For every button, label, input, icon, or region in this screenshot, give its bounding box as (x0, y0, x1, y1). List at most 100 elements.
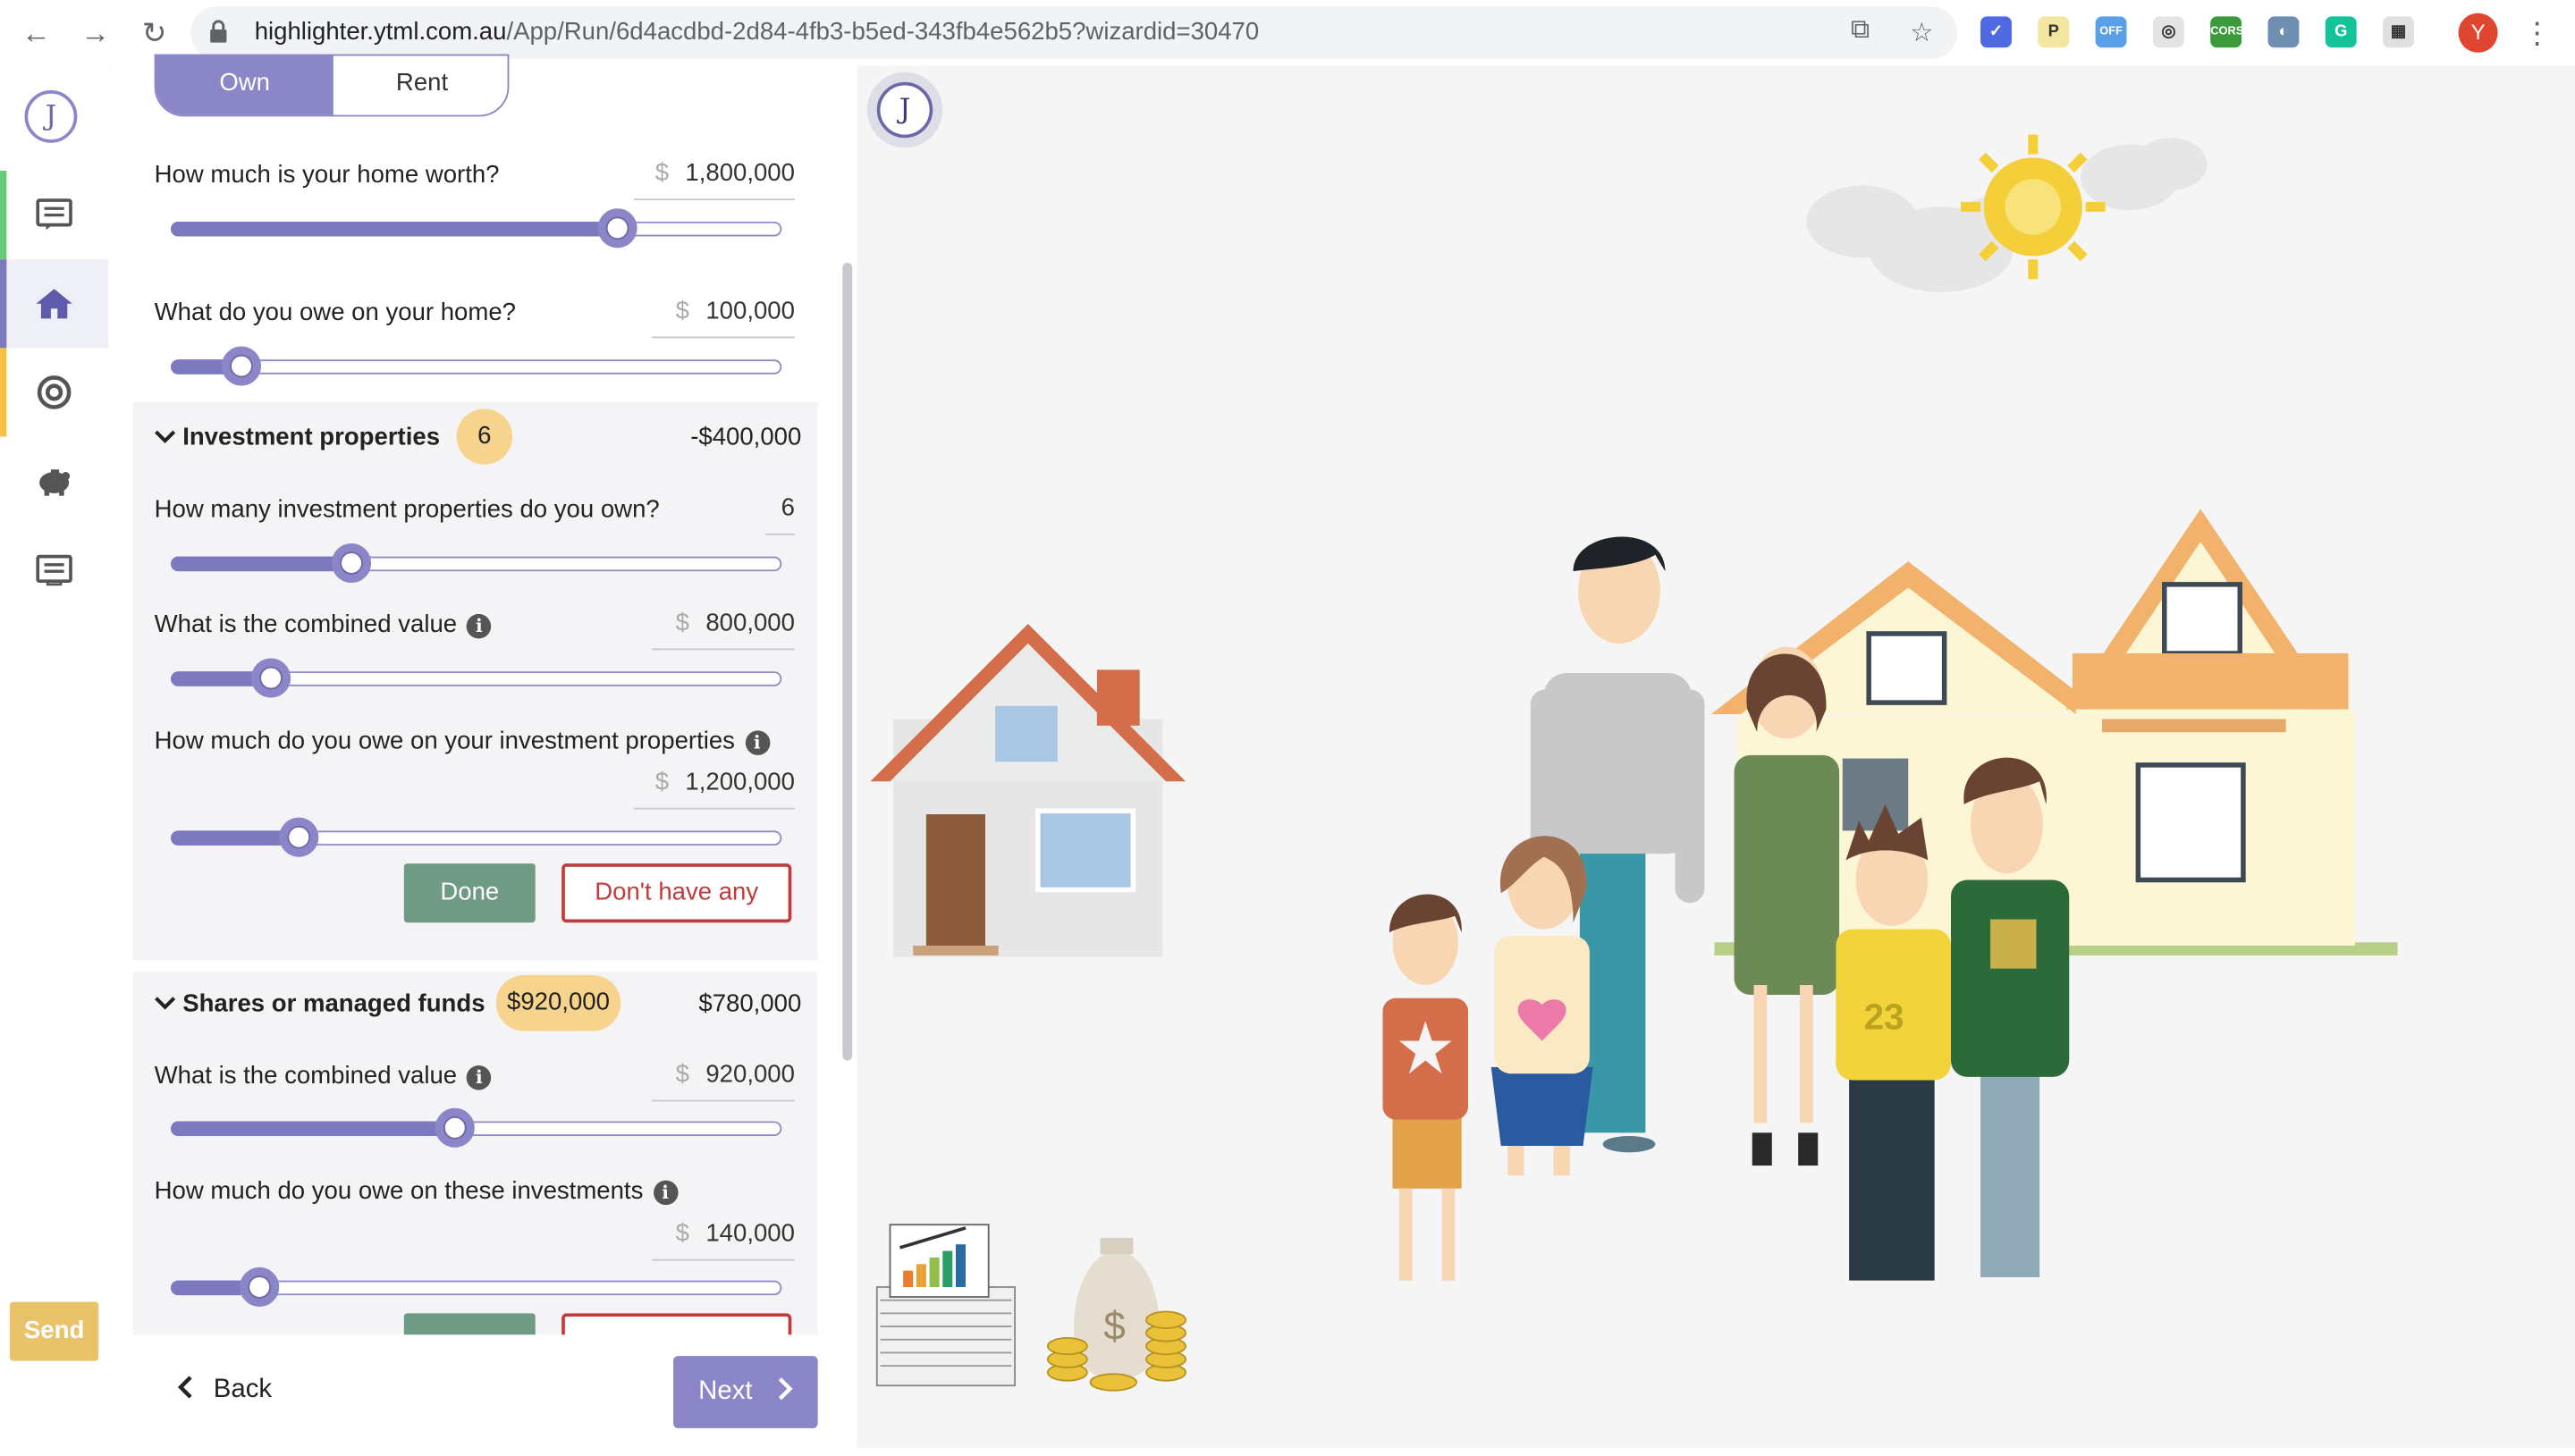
chevron-right-icon (778, 1377, 792, 1401)
shirt-number: 23 (1864, 997, 1904, 1038)
currency-symbol: $ (675, 297, 689, 325)
reload-icon[interactable]: ↻ (135, 13, 174, 53)
scene-logo: J (866, 72, 943, 148)
newspaper-chart-icon (875, 1224, 1016, 1387)
rail-item-home[interactable] (0, 259, 109, 349)
app-logo[interactable]: J (24, 90, 78, 143)
slider-handle[interactable] (240, 1267, 280, 1308)
rail-item-notes[interactable] (0, 526, 108, 614)
rail-item-goals[interactable] (0, 348, 108, 437)
chevron-left-icon (177, 1376, 192, 1399)
rail-item-savings[interactable] (0, 437, 108, 526)
currency-symbol: $ (654, 159, 670, 188)
investment-value-label: What is the combined value i (155, 610, 492, 638)
panel-scrollbar[interactable] (842, 262, 853, 1061)
grid-extension-icon[interactable]: ▦ (2383, 16, 2414, 48)
next-button[interactable]: Next (673, 1356, 818, 1428)
grammarly-icon[interactable]: G (2325, 16, 2357, 48)
own-option[interactable]: Own (156, 55, 333, 115)
slider-handle[interactable] (251, 658, 291, 698)
currency-symbol: $ (654, 768, 670, 796)
forward-arrow-icon[interactable]: → (75, 13, 114, 53)
investment-total: -$400,000 (690, 423, 802, 452)
slider-handle[interactable] (279, 817, 319, 857)
slider-fill (171, 221, 618, 237)
investment-owe-value: 1,200,000 (685, 768, 795, 796)
translate-icon[interactable]: ⧉ (1851, 16, 1870, 46)
bookmark-star-icon[interactable]: ☆ (1910, 16, 1933, 49)
shares-title: Shares or managed funds (182, 989, 485, 1018)
chat-icon (36, 198, 72, 231)
url-host: highlighter.ytml.com.au (254, 18, 507, 46)
shares-value-value: 920,000 (705, 1060, 795, 1089)
investment-none-button[interactable]: Don't have any (561, 863, 792, 923)
home-owe-input[interactable]: $100,000 (652, 297, 795, 339)
home-owe-slider[interactable] (171, 346, 782, 387)
investment-count-input[interactable]: 6 (764, 494, 795, 535)
investment-value-input[interactable]: $800,000 (652, 609, 795, 651)
shares-owe-label: How much do you owe on these investments… (155, 1177, 678, 1205)
investment-owe-label-text: How much do you owe on your investment p… (154, 727, 735, 755)
home-owe-value: 100,000 (705, 297, 795, 325)
icon-rail: J (0, 65, 111, 1448)
slider-track[interactable] (171, 359, 782, 375)
cors-extension-icon[interactable]: CORS (2210, 16, 2243, 48)
chevron-down-icon (155, 430, 176, 444)
send-button[interactable]: Send (10, 1301, 99, 1361)
address-bar[interactable]: highlighter.ytml.com.au/App/Run/6d4acdbd… (190, 6, 1958, 60)
check-badge-icon[interactable]: ✓ (1980, 16, 2012, 48)
url-text: highlighter.ytml.com.au/App/Run/6d4acdbd… (255, 18, 1260, 46)
home-worth-label: How much is your home worth? (154, 160, 500, 189)
home-worth-slider[interactable] (171, 208, 782, 249)
investment-owe-input[interactable]: $1,200,000 (633, 768, 795, 810)
gauge-extension-icon[interactable]: ◐ (2267, 16, 2300, 48)
slider-handle[interactable] (332, 543, 372, 584)
shares-section-header[interactable]: Shares or managed funds (155, 990, 485, 1018)
small-house-icon (870, 623, 1186, 957)
back-button[interactable]: Back (177, 1376, 272, 1405)
investment-count-slider[interactable] (171, 543, 782, 585)
investment-done-button[interactable]: Done (403, 863, 536, 923)
home-worth-input[interactable]: $1,800,000 (633, 159, 795, 201)
off-extension-icon[interactable]: OFF (2095, 16, 2127, 48)
shares-value-label: What is the combined value i (155, 1062, 492, 1090)
info-icon[interactable]: i (467, 1065, 492, 1090)
currency-symbol: $ (675, 1060, 689, 1089)
target-icon (37, 375, 72, 409)
lock-icon (210, 20, 227, 43)
investment-owe-slider[interactable] (171, 817, 782, 859)
shares-total: $780,000 (698, 989, 802, 1018)
currency-symbol: $ (675, 609, 689, 637)
shares-owe-input[interactable]: $140,000 (652, 1220, 795, 1261)
shares-value-slider[interactable] (171, 1107, 782, 1149)
p-extension-icon[interactable]: P (2038, 16, 2070, 48)
profile-avatar[interactable]: Y (2458, 13, 2498, 53)
rent-option[interactable]: Rent (333, 55, 508, 114)
back-arrow-icon[interactable]: ← (16, 13, 55, 53)
girl-figure (1490, 836, 1593, 1176)
info-icon[interactable]: i (467, 613, 492, 638)
investment-value-slider[interactable] (171, 658, 782, 699)
list-icon (36, 554, 72, 586)
dollar-sign: $ (1103, 1305, 1126, 1349)
slider-handle[interactable] (221, 346, 262, 386)
info-icon[interactable]: i (653, 1179, 678, 1205)
piggy-bank-icon (39, 469, 71, 496)
shares-owe-slider[interactable] (171, 1267, 782, 1309)
slider-handle[interactable] (597, 208, 637, 248)
shares-amount-badge: $920,000 (495, 974, 621, 1031)
rail-item-messages[interactable] (0, 171, 108, 260)
circle-extension-icon[interactable]: ◎ (2152, 16, 2184, 48)
shares-owe-value: 140,000 (705, 1219, 795, 1248)
little-boy-figure (1382, 894, 1469, 1281)
menu-kebab-icon[interactable]: ⋮ (2522, 13, 2552, 53)
info-icon[interactable]: i (744, 729, 770, 755)
rail-accent-bar (0, 348, 7, 437)
investment-count-label: How many investment properties do you ow… (154, 495, 660, 524)
shares-value-input[interactable]: $920,000 (652, 1061, 795, 1102)
slider-handle[interactable] (435, 1107, 475, 1148)
investment-owe-label: How much do you owe on your investment p… (155, 728, 770, 755)
investment-section-header[interactable]: Investment properties (155, 424, 440, 451)
chevron-down-icon (155, 997, 176, 1010)
scene-logo-letter: J (876, 81, 933, 139)
